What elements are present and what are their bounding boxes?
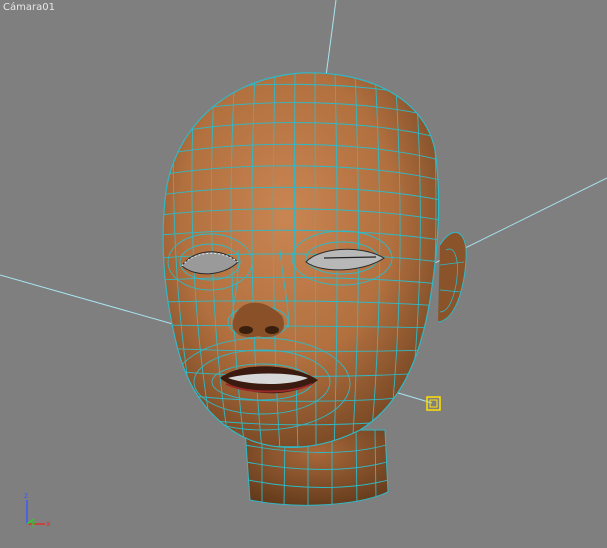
camera-viewport[interactable]: z y x Cámara01 <box>0 0 607 548</box>
light-icon[interactable] <box>426 396 441 411</box>
ear-mesh[interactable] <box>437 231 467 323</box>
x-axis-label: x <box>46 519 51 528</box>
scene-canvas[interactable]: z y x <box>0 0 607 548</box>
viewport-label[interactable]: Cámara01 <box>3 2 55 13</box>
head-mesh[interactable] <box>160 70 440 450</box>
axis-gizmo: z y x <box>24 491 51 528</box>
z-axis-label: z <box>24 491 28 500</box>
y-axis-label: y <box>31 519 36 528</box>
